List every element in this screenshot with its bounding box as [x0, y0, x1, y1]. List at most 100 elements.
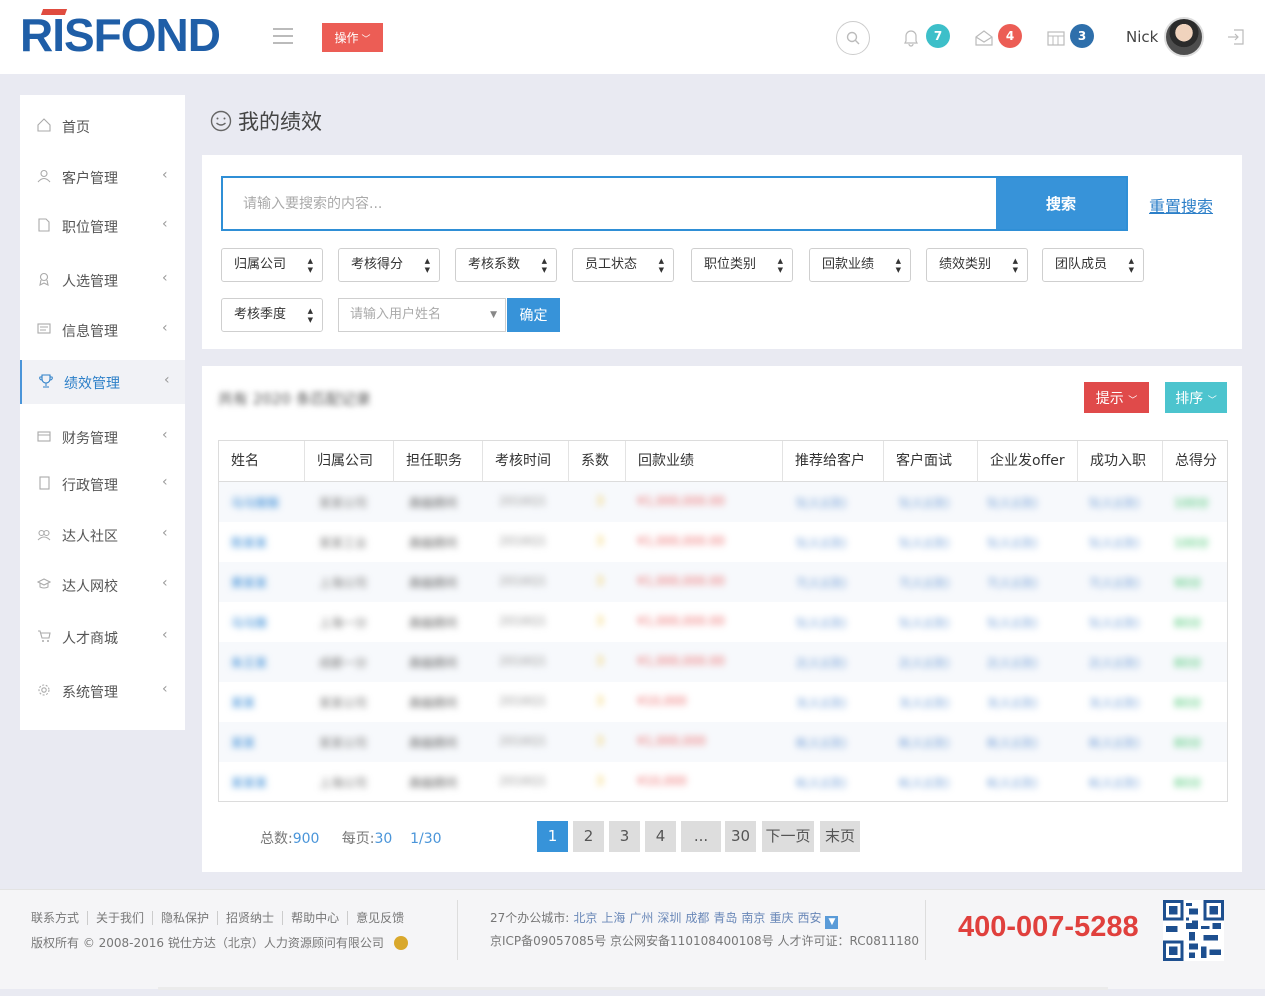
city-link[interactable]: 青岛 — [713, 911, 737, 925]
filter-coefficient[interactable]: 考核系数 ▲ ▼ — [455, 248, 557, 282]
operation-button[interactable]: 操作 ﹀ — [322, 23, 383, 52]
search-icon-button[interactable] — [836, 21, 870, 55]
table-cell[interactable]: 黄某某 — [231, 574, 267, 590]
footer-link[interactable]: 隐私保护 — [153, 911, 219, 925]
next-page-button[interactable]: 下一页 — [762, 821, 814, 852]
sidebar-item-home[interactable]: 首页 — [20, 104, 185, 148]
notification-badge: 7 — [926, 24, 950, 48]
city-link[interactable]: 深圳 — [657, 911, 681, 925]
table-cell[interactable]: 马马猴猴 — [231, 494, 279, 510]
table-cell: 3 — [596, 494, 604, 508]
column-header-offer[interactable]: 企业发offer — [978, 441, 1078, 482]
search-button[interactable]: 搜索 — [996, 178, 1126, 229]
sidebar-item-customers[interactable]: 客户管理 ‹ — [20, 155, 185, 199]
footer-link[interactable]: 关于我们 — [88, 911, 154, 925]
table-cell: 80分 — [1174, 616, 1202, 630]
table-row[interactable]: 某某 某某公司 高级顾问 2016Q1 3 ¥10,000 3(人)(次) 3(人)(次) 3(… — [219, 682, 1227, 722]
total-value: 900 — [292, 831, 320, 847]
column-header-recommended[interactable]: 推荐给客户 — [783, 441, 884, 482]
table-row[interactable]: 马马猴 上海一分 高级顾问 2016Q1 3 ¥1,000,000.00 5(人)(次) 5(… — [219, 602, 1227, 642]
city-link[interactable]: 重庆 — [769, 911, 793, 925]
footer-link[interactable]: 意见反馈 — [348, 911, 412, 925]
filter-team-member[interactable]: 团队成员 ▲ ▼ — [1042, 248, 1144, 282]
footer-link[interactable]: 帮助中心 — [283, 911, 349, 925]
column-header-role[interactable]: 担任职务 — [394, 441, 483, 482]
column-header-onboard[interactable]: 成功入职 — [1078, 441, 1163, 482]
table-cell: 6(人)(次) — [987, 776, 1038, 790]
logout-icon[interactable] — [1227, 28, 1245, 46]
filter-payment[interactable]: 回款业绩 ▲ ▼ — [809, 248, 911, 282]
column-header-payment[interactable]: 回款业绩 — [626, 441, 783, 482]
sidebar-item-positions[interactable]: 职位管理 ‹ — [20, 204, 185, 248]
sidebar-item-finance[interactable]: 财务管理 ‹ — [20, 415, 185, 459]
footer-link[interactable]: 招贤纳士 — [218, 911, 284, 925]
user-name[interactable]: Nick — [1126, 28, 1158, 46]
table-cell[interactable]: 朱王某 — [231, 654, 267, 670]
city-link[interactable]: 北京 — [573, 911, 597, 925]
filter-employee-status[interactable]: 员工状态 ▲ ▼ — [572, 248, 674, 282]
table-row[interactable]: 马马猴猴 某某公司 高级顾问 2016Q1 3 ¥1,000,000.00 5(人)(次) 5… — [219, 482, 1227, 522]
filter-performance-type[interactable]: 绩效类别 ▲ ▼ — [926, 248, 1028, 282]
chevron-left-icon: ‹ — [162, 575, 168, 591]
sidebar-item-community[interactable]: 达人社区 ‹ — [20, 513, 185, 557]
city-link[interactable]: 成都 — [685, 911, 709, 925]
sidebar-item-admin[interactable]: 行政管理 ‹ — [20, 462, 185, 506]
column-header-interview[interactable]: 客户面试 — [884, 441, 978, 482]
sidebar-item-school[interactable]: 达人网校 ‹ — [20, 563, 185, 607]
column-header-name[interactable]: 姓名 — [219, 441, 305, 482]
table-cell[interactable]: 某某 — [231, 734, 255, 750]
sidebar-item-performance[interactable]: 绩效管理 ‹ — [20, 360, 185, 404]
page-button[interactable]: 30 — [725, 821, 756, 852]
page-button[interactable]: 4 — [645, 821, 676, 852]
page-button[interactable]: 2 — [573, 821, 604, 852]
tip-button[interactable]: 提示 ﹀ — [1084, 382, 1149, 413]
column-header-score[interactable]: 总得分 — [1163, 441, 1227, 482]
confirm-button[interactable]: 确定 — [507, 298, 560, 332]
filter-score[interactable]: 考核得分 ▲ ▼ — [338, 248, 440, 282]
logo[interactable]: RISFOND — [20, 8, 221, 62]
column-header-coefficient[interactable]: 系数 — [569, 441, 626, 482]
performance-table: 姓名 归属公司 担任职务 考核时间 系数 回款业绩 推荐给客户 客户面试 企业发… — [218, 440, 1228, 802]
table-row[interactable]: 某某某 上海公司 高级顾问 2016Q1 3 ¥10,000 6(人)(次) 6(人)(次) 6… — [219, 762, 1227, 802]
page-button[interactable]: 3 — [609, 821, 640, 852]
city-link[interactable]: 南京 — [741, 911, 765, 925]
filter-company[interactable]: 归属公司 ▲ ▼ — [221, 248, 323, 282]
city-link[interactable]: 上海 — [601, 911, 625, 925]
table-row[interactable]: 黄某某 上海公司 高级顾问 2016Q1 3 ¥1,000,000.00 7(人)(次) 7(… — [219, 562, 1227, 602]
user-name-select[interactable]: 请输入用户姓名 ▼ — [338, 298, 506, 332]
filter-label: 归属公司 — [234, 257, 287, 272]
table-row[interactable]: 朱王某 成都一分 高级顾问 2016Q1 3 ¥1,000,000.00 2(人)(次) 2(… — [219, 642, 1227, 682]
sidebar-item-candidates[interactable]: 人选管理 ‹ — [20, 258, 185, 302]
table-cell: 2(人)(次) — [987, 656, 1038, 670]
table-cell: 2016Q1 — [499, 654, 547, 668]
city-link[interactable]: 广州 — [629, 911, 653, 925]
page-button[interactable]: 1 — [537, 821, 568, 852]
search-input[interactable] — [223, 178, 995, 229]
column-header-company[interactable]: 归属公司 — [305, 441, 394, 482]
menu-toggle-icon[interactable] — [273, 28, 293, 49]
sidebar-item-system[interactable]: 系统管理 ‹ — [20, 669, 185, 713]
column-header-period[interactable]: 考核时间 — [483, 441, 569, 482]
table-cell[interactable]: 陈某某 — [231, 534, 267, 550]
table-cell[interactable]: 某某 — [231, 694, 255, 710]
search-bar: 搜索 — [221, 176, 1128, 231]
table-row[interactable]: 某某 某某公司 高级顾问 2016Q1 3 ¥1,000,000 8(人)(次) 8(人)(次… — [219, 722, 1227, 762]
expand-cities-icon[interactable]: ▼ — [825, 916, 839, 929]
reset-search-link[interactable]: 重置搜索 — [1149, 193, 1213, 217]
city-link[interactable]: 西安 — [797, 911, 821, 925]
search-icon — [846, 31, 860, 45]
table-cell: 2016Q1 — [499, 694, 547, 708]
sidebar-item-info[interactable]: 信息管理 ‹ — [20, 308, 185, 352]
filter-quarter[interactable]: 考核季度 ▲ ▼ — [221, 298, 323, 332]
last-page-button[interactable]: 末页 — [820, 821, 860, 852]
sort-button[interactable]: 排序 ﹀ — [1165, 382, 1227, 413]
table-row[interactable]: 陈某某 某某工业 高级顾问 2016Q1 3 ¥1,000,000.00 5(人)(次) 5(… — [219, 522, 1227, 562]
filter-position-type[interactable]: 职位类别 ▲ ▼ — [691, 248, 793, 282]
sidebar-item-mall[interactable]: 人才商城 ‹ — [20, 615, 185, 659]
table-cell[interactable]: 马马猴 — [231, 614, 267, 630]
avatar[interactable] — [1164, 17, 1204, 57]
table-cell: 80分 — [1174, 656, 1202, 670]
table-cell: 5(人)(次) — [899, 616, 950, 630]
table-cell[interactable]: 某某某 — [231, 774, 267, 790]
footer-link[interactable]: 联系方式 — [31, 911, 89, 925]
